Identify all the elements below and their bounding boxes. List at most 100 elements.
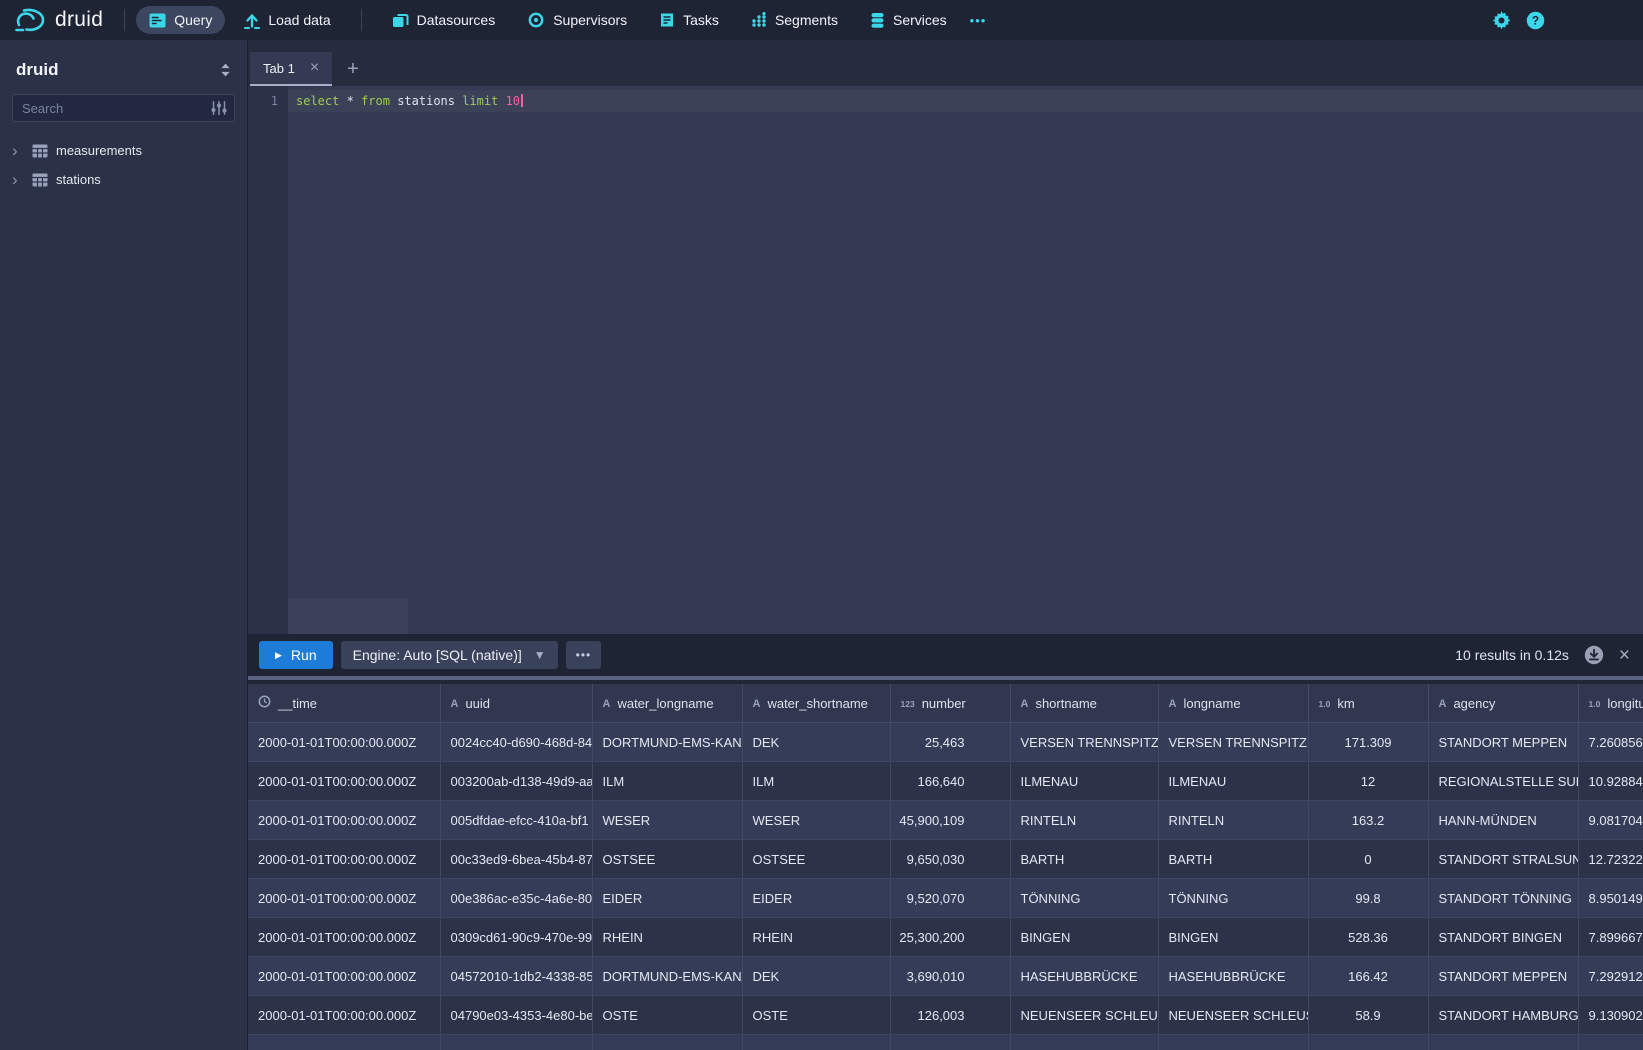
cell-uuid[interactable]: 00e386ac-e35c-4a6e-80	[440, 879, 592, 918]
cell-water_longname[interactable]: EIDER	[592, 879, 742, 918]
sort-toggle-icon[interactable]	[220, 63, 231, 77]
cell-uuid[interactable]: 0309cd61-90c9-470e-99	[440, 918, 592, 957]
cell-longname[interactable]: ILMENAU	[1158, 762, 1308, 801]
cell-agency[interactable]: STANDORT TÖNNING	[1428, 879, 1578, 918]
column-header-number[interactable]: 123number	[890, 684, 1010, 723]
cell-water_longname[interactable]: RHEIN	[592, 918, 742, 957]
column-header-water_longname[interactable]: Awater_longname	[592, 684, 742, 723]
close-results-icon[interactable]: ×	[1619, 646, 1630, 665]
cell-shortname[interactable]: ILMENAU	[1010, 762, 1158, 801]
nav-item-tasks[interactable]: Tasks	[646, 6, 732, 34]
cell-number[interactable]: 126,003	[890, 996, 1010, 1035]
cell-__time[interactable]: 2000-01-01T00:00:00.000Z	[248, 723, 440, 762]
cell-water_longname[interactable]: DORTMUND-EMS-KANAL	[592, 723, 742, 762]
sql-query-text[interactable]: select * from stations limit 10	[296, 90, 523, 112]
cell-water_shortname[interactable]	[742, 1035, 890, 1050]
cell-km[interactable]: 171.309	[1308, 723, 1428, 762]
more-menu-button[interactable]: •••	[960, 13, 997, 28]
cell-longitude[interactable]: 9.081704	[1578, 801, 1643, 840]
nav-item-load-data[interactable]: Load data	[231, 6, 343, 34]
cell-agency[interactable]: STANDORT MEPPEN	[1428, 957, 1578, 996]
cell-uuid[interactable]: 0024cc40-d690-468d-84	[440, 723, 592, 762]
cell-shortname[interactable]: NEUENSEER SCHLEUSENK	[1010, 996, 1158, 1035]
cell-shortname[interactable]: VERSEN TRENNSPITZE	[1010, 723, 1158, 762]
cell-km[interactable]: 163.2	[1308, 801, 1428, 840]
cell-longitude[interactable]: 8.950149	[1578, 879, 1643, 918]
cell-water_shortname[interactable]: DEK	[742, 723, 890, 762]
cell-water_shortname[interactable]: RHEIN	[742, 918, 890, 957]
download-icon[interactable]	[1584, 645, 1604, 665]
cell-water_shortname[interactable]: OSTE	[742, 996, 890, 1035]
cell-longname[interactable]: BINGEN	[1158, 918, 1308, 957]
cell-shortname[interactable]: HASEHUBBRÜCKE	[1010, 957, 1158, 996]
cell-uuid[interactable]	[440, 1035, 592, 1050]
cell-shortname[interactable]: BINGEN	[1010, 918, 1158, 957]
cell-number[interactable]: 9,650,030	[890, 840, 1010, 879]
cell-km[interactable]: 58.9	[1308, 996, 1428, 1035]
cell-uuid[interactable]: 005dfdae-efcc-410a-bf1	[440, 801, 592, 840]
column-header-longitude[interactable]: 1.0longitude	[1578, 684, 1643, 723]
chevron-right-icon[interactable]: ›	[12, 171, 30, 188]
nav-item-segments[interactable]: Segments	[738, 6, 851, 34]
cell-km[interactable]: 99.8	[1308, 879, 1428, 918]
cell-agency[interactable]: STANDORT STRALSUND	[1428, 840, 1578, 879]
cell-longitude[interactable]	[1578, 1035, 1643, 1050]
cell-longname[interactable]: HASEHUBBRÜCKE	[1158, 957, 1308, 996]
column-header-shortname[interactable]: Ashortname	[1010, 684, 1158, 723]
cell-km[interactable]: 528.36	[1308, 918, 1428, 957]
cell-number[interactable]: 166,640	[890, 762, 1010, 801]
cell-longitude[interactable]: 7.292912	[1578, 957, 1643, 996]
cell-__time[interactable]: 2000-01-01T00:00:00.000Z	[248, 918, 440, 957]
help-icon[interactable]: ?	[1526, 11, 1545, 30]
cell-km[interactable]: 166.42	[1308, 957, 1428, 996]
chevron-right-icon[interactable]: ›	[12, 142, 30, 159]
cell-shortname[interactable]: RINTELN	[1010, 801, 1158, 840]
cell-longname[interactable]: RINTELN	[1158, 801, 1308, 840]
cell-agency[interactable]	[1428, 1035, 1578, 1050]
cell-agency[interactable]: HANN-MÜNDEN	[1428, 801, 1578, 840]
cell-water_shortname[interactable]: OSTSEE	[742, 840, 890, 879]
cell-water_shortname[interactable]: WESER	[742, 801, 890, 840]
cell-__time[interactable]: 2000-01-01T00:00:00.000Z	[248, 801, 440, 840]
filter-icon[interactable]	[211, 101, 227, 120]
cell-uuid[interactable]: 04790e03-4353-4e80-be	[440, 996, 592, 1035]
cell-longname[interactable]: TÖNNING	[1158, 879, 1308, 918]
cell-__time[interactable]: 2000-01-01T00:00:00.000Z	[248, 996, 440, 1035]
cell-water_longname[interactable]	[592, 1035, 742, 1050]
query-more-button[interactable]: •••	[566, 641, 602, 669]
cell-water_longname[interactable]: WESER	[592, 801, 742, 840]
cell-longitude[interactable]: 7.899667	[1578, 918, 1643, 957]
cell-__time[interactable]	[248, 1035, 440, 1050]
cell-__time[interactable]: 2000-01-01T00:00:00.000Z	[248, 879, 440, 918]
cell-__time[interactable]: 2000-01-01T00:00:00.000Z	[248, 762, 440, 801]
cell-km[interactable]: 12	[1308, 762, 1428, 801]
tab-tab-1[interactable]: Tab 1 ×	[250, 52, 332, 86]
add-tab-button[interactable]: +	[332, 52, 374, 86]
column-header-longname[interactable]: Alongname	[1158, 684, 1308, 723]
gear-icon[interactable]	[1492, 11, 1511, 30]
cell-shortname[interactable]	[1010, 1035, 1158, 1050]
engine-select-button[interactable]: Engine: Auto [SQL (native)] ▼	[341, 641, 558, 669]
nav-item-datasources[interactable]: Datasources	[379, 6, 509, 34]
column-header-agency[interactable]: Aagency	[1428, 684, 1578, 723]
cell-km[interactable]	[1308, 1035, 1428, 1050]
cell-shortname[interactable]: BARTH	[1010, 840, 1158, 879]
cell-__time[interactable]: 2000-01-01T00:00:00.000Z	[248, 840, 440, 879]
column-header-__time[interactable]: __time	[248, 684, 440, 723]
cell-number[interactable]: 3,690,010	[890, 957, 1010, 996]
cell-number[interactable]: 45,900,109	[890, 801, 1010, 840]
tree-item-stations[interactable]: ›stations	[0, 165, 247, 194]
cell-agency[interactable]: STANDORT MEPPEN	[1428, 723, 1578, 762]
cell-agency[interactable]: STANDORT BINGEN	[1428, 918, 1578, 957]
cell-longname[interactable]: NEUENSEER SCHLEUSENK	[1158, 996, 1308, 1035]
cell-longname[interactable]: VERSEN TRENNSPITZE	[1158, 723, 1308, 762]
cell-number[interactable]: 25,300,200	[890, 918, 1010, 957]
cell-__time[interactable]: 2000-01-01T00:00:00.000Z	[248, 957, 440, 996]
cell-water_longname[interactable]: DORTMUND-EMS-KANAL	[592, 957, 742, 996]
nav-item-supervisors[interactable]: Supervisors	[514, 6, 640, 34]
cell-number[interactable]: 25,463	[890, 723, 1010, 762]
column-header-water_shortname[interactable]: Awater_shortname	[742, 684, 890, 723]
run-button[interactable]: ▶ Run	[259, 641, 333, 669]
cell-longname[interactable]: BARTH	[1158, 840, 1308, 879]
cell-number[interactable]: 9,520,070	[890, 879, 1010, 918]
